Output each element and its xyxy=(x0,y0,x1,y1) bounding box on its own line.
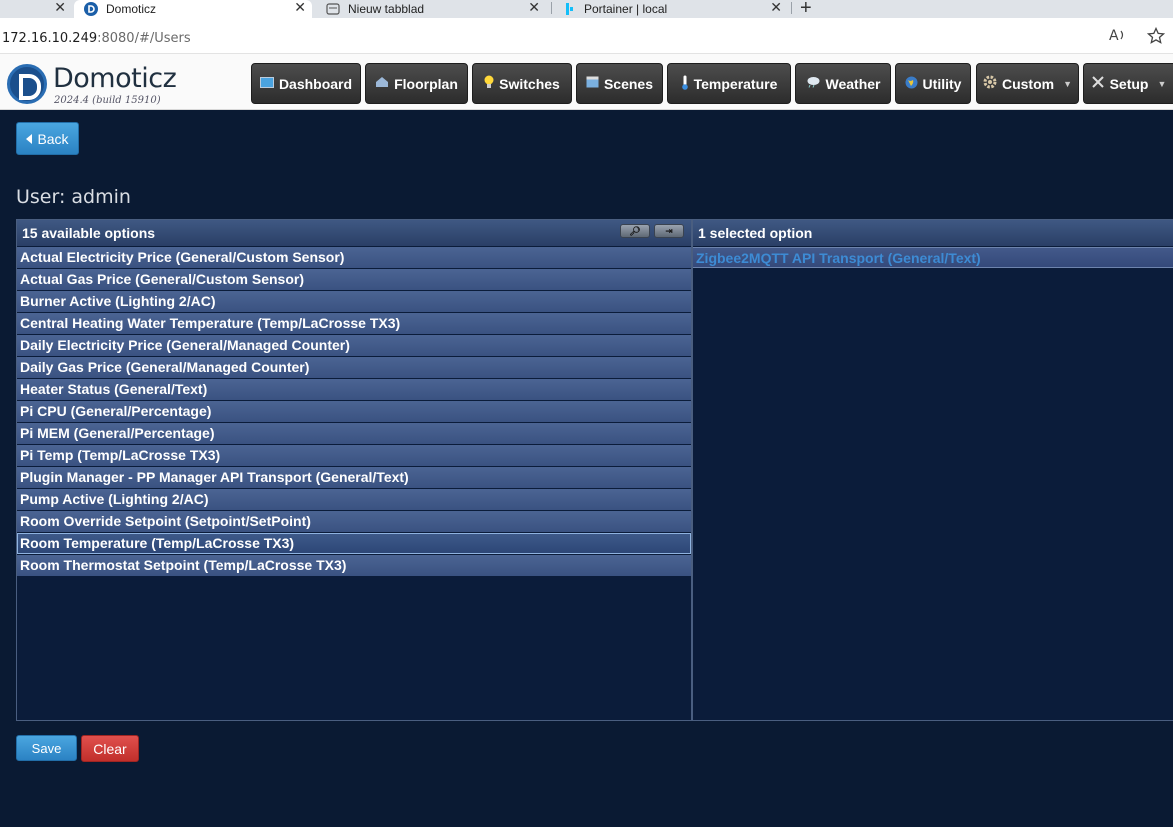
close-icon[interactable]: ✕ xyxy=(54,0,66,14)
close-icon[interactable]: ✕ xyxy=(528,0,540,14)
url-text[interactable]: 172.16.10.249:8080/#/Users xyxy=(2,31,191,46)
available-option-item[interactable]: Burner Active (Lighting 2/AC) xyxy=(17,291,691,312)
tab-label: Domoticz xyxy=(106,2,157,16)
available-options-panel: 15 available options 🔎︎ ⇥ Actual Electri… xyxy=(16,219,692,721)
nav-label: Scenes xyxy=(603,75,654,92)
chevron-left-icon xyxy=(26,131,33,147)
available-option-item[interactable]: Daily Electricity Price (General/Managed… xyxy=(17,335,691,356)
browser-tab-portainer[interactable]: Portainer | local ✕ xyxy=(558,0,788,18)
nav-dashboard-button[interactable]: Dashboard xyxy=(251,63,361,104)
available-option-item[interactable]: Pi CPU (General/Percentage) xyxy=(17,401,691,422)
available-option-item[interactable]: Pi Temp (Temp/LaCrosse TX3) xyxy=(17,445,691,466)
nav-utility-button[interactable]: Utility xyxy=(895,63,971,104)
tools-icon xyxy=(1091,75,1105,92)
nav-label: Dashboard xyxy=(278,75,353,92)
close-icon[interactable]: ✕ xyxy=(294,0,306,14)
available-option-item[interactable]: Central Heating Water Temperature (Temp/… xyxy=(17,313,691,334)
available-option-item[interactable]: Actual Gas Price (General/Custom Sensor) xyxy=(17,269,691,290)
selected-options-header: 1 selected option xyxy=(693,220,1173,246)
svg-text:A: A xyxy=(1109,28,1119,43)
portainer-icon xyxy=(562,2,576,16)
available-options-list: Actual Electricity Price (General/Custom… xyxy=(17,247,691,576)
dashboard-icon xyxy=(259,76,274,91)
url-path: :8080/#/Users xyxy=(97,31,191,46)
search-icon[interactable]: 🔎︎ xyxy=(620,224,650,238)
back-label: Back xyxy=(37,130,69,147)
nav-label: Utility xyxy=(922,75,962,92)
browser-tab-newtab[interactable]: Nieuw tabblad ✕ xyxy=(320,0,546,18)
version-label: 2024.4 (build 15910) xyxy=(54,95,161,106)
select-all-icon[interactable]: ⇥ xyxy=(654,224,684,238)
domoticz-favicon-icon xyxy=(84,2,98,16)
nav-setup-button[interactable]: Setup ▼ xyxy=(1083,63,1173,104)
brand-name: Domoticz xyxy=(53,63,177,94)
close-icon[interactable]: ✕ xyxy=(770,0,782,14)
app-header: Domoticz 2024.4 (build 15910) Dashboard … xyxy=(0,54,1173,110)
available-option-item[interactable]: Room Thermostat Setpoint (Temp/LaCrosse … xyxy=(17,555,691,576)
nav-label: Custom xyxy=(1001,75,1055,92)
thermometer-icon xyxy=(681,75,689,93)
nav-label: Floorplan xyxy=(394,75,458,92)
available-option-item[interactable]: Room Temperature (Temp/LaCrosse TX3) xyxy=(17,533,691,554)
url-host: 172.16.10.249 xyxy=(2,31,98,46)
selected-count: 1 selected option xyxy=(698,225,813,241)
selected-options-panel: 1 selected option Zigbee2MQTT API Transp… xyxy=(692,219,1173,721)
lightbulb-icon xyxy=(484,75,494,92)
clear-button[interactable]: Clear xyxy=(81,735,139,762)
browser-tab[interactable]: ✕ xyxy=(0,0,72,18)
available-option-item[interactable]: Heater Status (General/Text) xyxy=(17,379,691,400)
available-option-item[interactable]: Plugin Manager - PP Manager API Transpor… xyxy=(17,467,691,488)
nav-weather-button[interactable]: Weather xyxy=(795,63,891,104)
globe-icon xyxy=(905,76,918,92)
tab-divider xyxy=(551,2,552,14)
newtab-icon xyxy=(326,2,340,16)
gear-icon xyxy=(983,75,997,92)
available-count: 15 available options xyxy=(22,225,156,241)
tab-label: Portainer | local xyxy=(584,2,668,16)
cloud-icon xyxy=(806,76,821,91)
chevron-down-icon: ▼ xyxy=(1157,78,1167,89)
page-title: User: admin xyxy=(16,186,131,208)
available-option-item[interactable]: Room Override Setpoint (Setpoint/SetPoin… xyxy=(17,511,691,532)
available-option-item[interactable]: Pump Active (Lighting 2/AC) xyxy=(17,489,691,510)
nav-temperature-button[interactable]: Temperature xyxy=(667,63,791,104)
nav-label: Weather xyxy=(825,75,881,92)
read-aloud-icon[interactable]: A xyxy=(1109,27,1127,48)
nav-label: Temperature xyxy=(693,75,778,92)
tab-divider xyxy=(791,2,792,14)
nav-label: Switches xyxy=(499,75,560,92)
new-tab-plus-icon[interactable]: + xyxy=(800,0,812,20)
favorite-star-icon[interactable] xyxy=(1146,26,1166,50)
chevron-down-icon: ▼ xyxy=(1063,78,1073,89)
save-button[interactable]: Save xyxy=(16,735,77,761)
browser-tabbar: ✕ Domoticz ✕ Nieuw tabblad ✕ Portainer |… xyxy=(0,0,1173,20)
available-options-header: 15 available options 🔎︎ ⇥ xyxy=(17,220,691,246)
tab-label: Nieuw tabblad xyxy=(348,2,425,16)
house-icon xyxy=(375,76,389,91)
domoticz-logo-icon[interactable] xyxy=(7,64,47,104)
nav-floorplan-button[interactable]: Floorplan xyxy=(365,63,468,104)
nav-custom-button[interactable]: Custom ▼ xyxy=(976,63,1079,104)
selected-option-item[interactable]: Zigbee2MQTT API Transport (General/Text) xyxy=(693,247,1173,268)
nav-scenes-button[interactable]: Scenes xyxy=(576,63,663,104)
address-bar[interactable]: 172.16.10.249:8080/#/Users A xyxy=(0,18,1173,54)
nav-label: Setup xyxy=(1109,75,1149,92)
available-option-item[interactable]: Daily Gas Price (General/Managed Counter… xyxy=(17,357,691,378)
clapper-icon xyxy=(586,76,599,91)
nav-switches-button[interactable]: Switches xyxy=(472,63,572,104)
available-option-item[interactable]: Actual Electricity Price (General/Custom… xyxy=(17,247,691,268)
available-option-item[interactable]: Pi MEM (General/Percentage) xyxy=(17,423,691,444)
browser-tab-domoticz[interactable]: Domoticz ✕ xyxy=(74,0,312,18)
back-button[interactable]: Back xyxy=(16,122,79,155)
selected-options-list: Zigbee2MQTT API Transport (General/Text) xyxy=(693,247,1173,268)
